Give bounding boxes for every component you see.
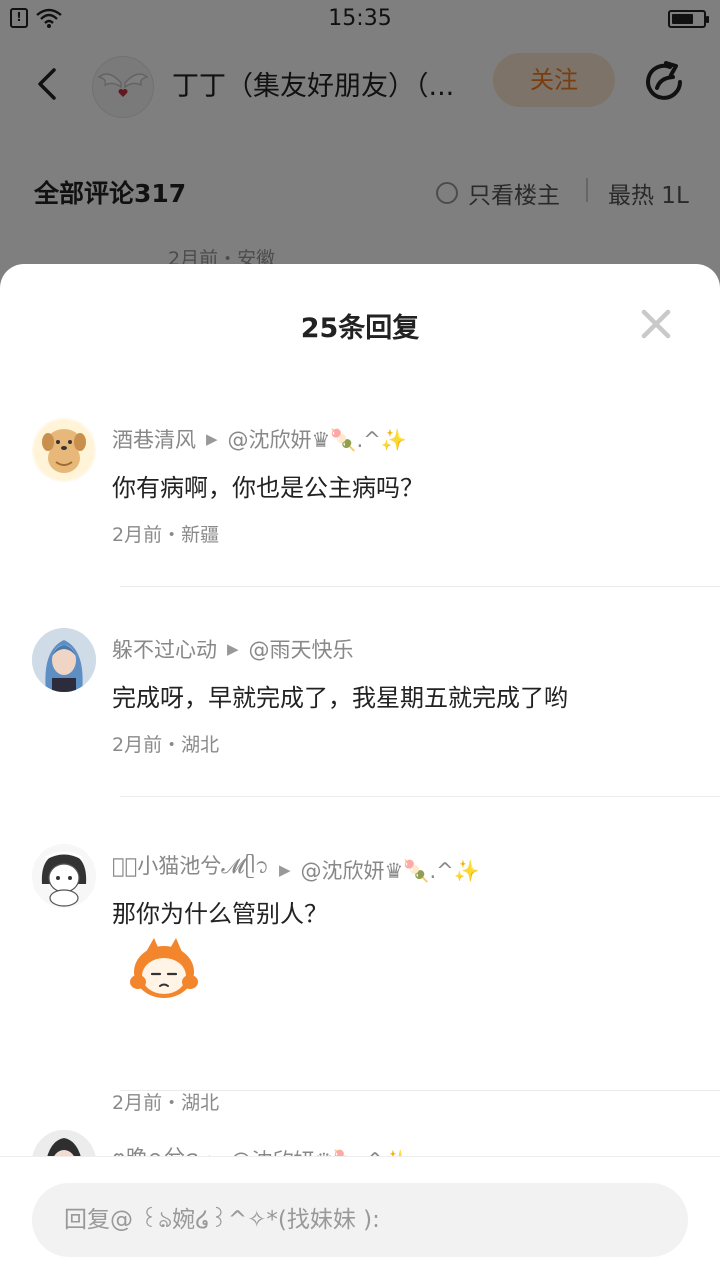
reply-item[interactable]: 躲不过心动 ▶ @雨天快乐 完成呀，早就完成了，我星期五就完成了哟 2月前・湖北 [0,624,720,824]
reply-text[interactable]: 你有病啊，你也是公主病吗？ [112,468,424,503]
reply-input-bar [0,1156,720,1280]
dog-avatar-icon [34,420,94,480]
reply-author[interactable]: 躲不过心动 [112,634,217,664]
reply-meta: 2月前・新疆 [112,524,220,546]
sticker-emoji [130,938,198,998]
reply-author[interactable]: 酒巷清风 [112,424,196,454]
reply-input[interactable] [32,1183,688,1257]
reply-text[interactable]: 完成呀，早就完成了，我星期五就完成了哟 [112,678,568,713]
girl-avatar-icon [32,628,96,692]
replies-sheet: 25条回复 酒巷清风 ▶ @沈欣妍♛🍡.^✨ 你有病啊，你也是公主病吗？ 2月前 [0,264,720,1280]
reply-to-user[interactable]: @沈欣妍♛🍡.^✨ [301,855,480,885]
play-triangle-icon: ▶ [227,640,239,658]
avatar[interactable] [32,418,96,482]
reply-text[interactable]: 那你为什么管别人？ [112,894,328,929]
reply-author[interactable]: 𝓜ꦿ小猫池兮𝓜ᥫ᭡ [112,850,269,889]
play-triangle-icon: ▶ [206,430,218,448]
sketch-girl-avatar-icon [32,844,96,908]
avatar[interactable] [32,844,96,908]
reply-to-user[interactable]: @沈欣妍♛🍡.^✨ [228,424,407,454]
reply-meta: 2月前・湖北 [112,734,220,756]
reply-item[interactable]: 𝓜ꦿ小猫池兮𝓜ᥫ᭡ ▶ @沈欣妍♛🍡.^✨ 那你为什么管别人？ 2月前・湖北 [0,840,720,1114]
reply-item[interactable]: 酒巷清风 ▶ @沈欣妍♛🍡.^✨ 你有病啊，你也是公主病吗？ 2月前・新疆 [0,414,720,614]
reply-meta: 2月前・湖北 [112,1092,220,1114]
sheet-title: 25条回复 [300,313,420,344]
avatar[interactable] [32,628,96,692]
divider [120,796,720,797]
divider [120,1090,720,1091]
reply-to-user[interactable]: @雨天快乐 [249,634,354,664]
play-triangle-icon: ▶ [278,860,291,879]
close-icon[interactable] [636,304,676,344]
divider [120,586,720,587]
